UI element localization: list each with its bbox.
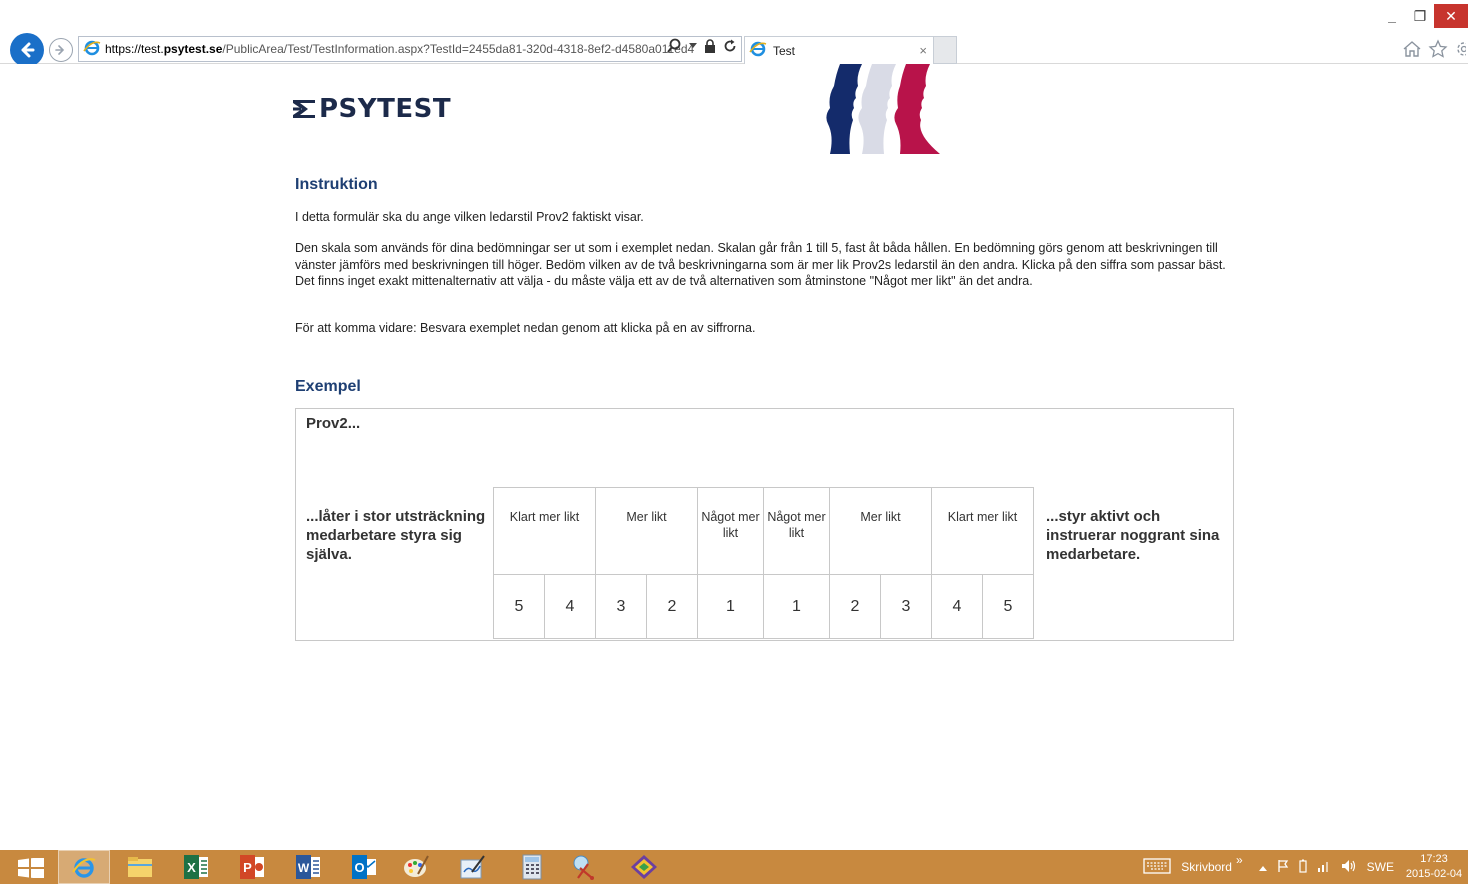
gear-icon[interactable] bbox=[1454, 39, 1468, 64]
home-icon[interactable] bbox=[1402, 39, 1422, 64]
dropdown-arrow-icon[interactable] bbox=[689, 43, 697, 49]
journal-pen-icon bbox=[460, 855, 485, 879]
faces-logo-image bbox=[826, 64, 940, 154]
instruction-paragraph-1: I detta formulär ska du ange vilken leda… bbox=[295, 210, 644, 224]
paint-palette-icon bbox=[404, 855, 429, 877]
scale-label-left-more: Mer likt bbox=[595, 487, 698, 575]
rating-option-left-1[interactable]: 1 bbox=[697, 574, 764, 639]
url-scheme: https://test. bbox=[105, 42, 164, 56]
example-item: Prov2... ...låter i stor utsträckning me… bbox=[295, 408, 1234, 641]
url-host: psytest.se bbox=[163, 42, 223, 56]
svg-text:X: X bbox=[187, 860, 196, 875]
rating-option-left-5[interactable]: 5 bbox=[493, 574, 545, 639]
network-signal-icon[interactable] bbox=[1317, 860, 1331, 875]
clock-date: 2015-02-04 bbox=[1405, 868, 1463, 880]
instruction-paragraph-3: För att komma vidare: Besvara exemplet n… bbox=[295, 321, 756, 335]
taskbar-app-multicolor[interactable] bbox=[618, 850, 670, 884]
example-heading: Exempel bbox=[295, 378, 361, 395]
right-description: ...styr aktivt och instruerar noggrant s… bbox=[1046, 508, 1220, 563]
url-path: /PublicArea/Test/TestInformation.aspx?Te… bbox=[222, 42, 695, 56]
rating-option-right-2[interactable]: 2 bbox=[829, 574, 881, 639]
show-hidden-icons-icon[interactable] bbox=[1258, 860, 1267, 874]
arrow-right-icon bbox=[55, 45, 65, 55]
tab-close-button[interactable]: × bbox=[919, 43, 927, 58]
rating-option-left-2[interactable]: 2 bbox=[646, 574, 698, 639]
svg-text:P: P bbox=[243, 860, 252, 875]
touch-keyboard-icon[interactable] bbox=[1143, 857, 1171, 877]
folder-icon bbox=[128, 857, 152, 877]
scale-label-left-somewhat: Något mer likt bbox=[697, 487, 764, 575]
logo-text: PSYTEST bbox=[319, 94, 452, 124]
rating-option-left-4[interactable]: 4 bbox=[544, 574, 596, 639]
browser-toolbar-right bbox=[1402, 39, 1468, 64]
browser-chrome: _ ❐ ✕ https://test. psytest.se/PublicArea… bbox=[0, 0, 1468, 67]
rating-option-right-4[interactable]: 4 bbox=[931, 574, 983, 639]
taskbar-calculator[interactable] bbox=[506, 850, 558, 884]
instruction-heading: Instruktion bbox=[295, 176, 378, 193]
word-icon: W bbox=[296, 855, 320, 879]
favorites-star-icon[interactable] bbox=[1428, 39, 1448, 64]
rating-option-right-1[interactable]: 1 bbox=[763, 574, 830, 639]
windows-start-icon[interactable] bbox=[18, 857, 44, 883]
rating-option-right-5[interactable]: 5 bbox=[982, 574, 1034, 639]
instruction-paragraph-2: Den skala som används för dina bedömning… bbox=[295, 241, 1226, 288]
restore-button[interactable]: ❐ bbox=[1406, 4, 1434, 28]
svg-text:W: W bbox=[298, 861, 310, 875]
page-content: PSYTEST Instruktion I detta formulär ska… bbox=[0, 64, 1468, 850]
address-bar[interactable]: https://test. psytest.se/PublicArea/Test/… bbox=[78, 36, 742, 62]
taskbar-powerpoint[interactable]: P bbox=[226, 850, 278, 884]
toolbar-chevron[interactable]: » bbox=[1236, 853, 1243, 867]
taskbar-outlook[interactable]: O bbox=[338, 850, 390, 884]
example-subject: Prov2... bbox=[306, 415, 361, 432]
taskbar-excel[interactable]: X bbox=[170, 850, 222, 884]
scale-label-right-more: Mer likt bbox=[829, 487, 932, 575]
internet-explorer-icon bbox=[72, 858, 96, 878]
clock[interactable]: 17:23 2015-02-04 bbox=[1404, 852, 1464, 882]
desktop-toolbar-label[interactable]: Skrivbord bbox=[1181, 860, 1232, 874]
ie-tab-icon bbox=[749, 40, 767, 61]
scale-label-right-somewhat: Något mer likt bbox=[763, 487, 830, 575]
forward-button[interactable] bbox=[49, 38, 73, 62]
scale-label-right-clearly: Klart mer likt bbox=[931, 487, 1034, 575]
rating-scale: Klart mer likt Mer likt Något mer likt N… bbox=[493, 487, 1034, 639]
lock-icon[interactable] bbox=[704, 39, 716, 53]
app-diamond-icon bbox=[631, 855, 657, 879]
outlook-icon: O bbox=[352, 855, 376, 879]
arrow-left-icon bbox=[21, 42, 35, 58]
psytest-logo: PSYTEST bbox=[293, 94, 451, 124]
taskbar-word[interactable]: W bbox=[282, 850, 334, 884]
rating-option-right-3[interactable]: 3 bbox=[880, 574, 932, 639]
close-window-button[interactable]: ✕ bbox=[1434, 4, 1468, 28]
address-tools bbox=[666, 38, 737, 54]
search-icon[interactable] bbox=[666, 38, 682, 54]
window-controls: _ ❐ ✕ bbox=[1378, 4, 1468, 28]
battery-icon[interactable] bbox=[1299, 859, 1307, 876]
taskbar-journal[interactable] bbox=[446, 850, 498, 884]
logo-mark-icon bbox=[293, 100, 315, 118]
taskbar-internet-explorer[interactable] bbox=[58, 850, 110, 884]
taskbar-paint[interactable] bbox=[390, 850, 442, 884]
language-indicator[interactable]: SWE bbox=[1367, 860, 1394, 874]
powerpoint-icon: P bbox=[240, 855, 264, 879]
new-tab-button[interactable] bbox=[934, 36, 957, 64]
taskbar: X P W O Skrivbord » SWE 17:23 2015-02-04 bbox=[0, 850, 1468, 884]
clock-time: 17:23 bbox=[1420, 853, 1448, 865]
excel-icon: X bbox=[184, 855, 208, 879]
taskbar-snipping-tool[interactable] bbox=[560, 850, 612, 884]
left-description: ...låter i stor utsträckning medarbetare… bbox=[306, 508, 486, 563]
action-center-flag-icon[interactable] bbox=[1277, 859, 1289, 876]
browser-tab-test[interactable]: Test × bbox=[744, 36, 934, 64]
scissors-icon bbox=[573, 855, 594, 880]
rating-option-left-3[interactable]: 3 bbox=[595, 574, 647, 639]
volume-icon[interactable] bbox=[1341, 859, 1357, 876]
tab-title: Test bbox=[773, 43, 796, 58]
taskbar-file-explorer[interactable] bbox=[114, 850, 166, 884]
back-button[interactable] bbox=[10, 33, 44, 67]
ie-site-icon bbox=[83, 39, 101, 60]
system-tray: Skrivbord » SWE 17:23 2015-02-04 bbox=[1143, 850, 1464, 884]
minimize-button[interactable]: _ bbox=[1378, 4, 1406, 28]
calculator-icon bbox=[522, 854, 542, 880]
scale-label-left-clearly: Klart mer likt bbox=[493, 487, 596, 575]
refresh-icon[interactable] bbox=[723, 39, 737, 53]
